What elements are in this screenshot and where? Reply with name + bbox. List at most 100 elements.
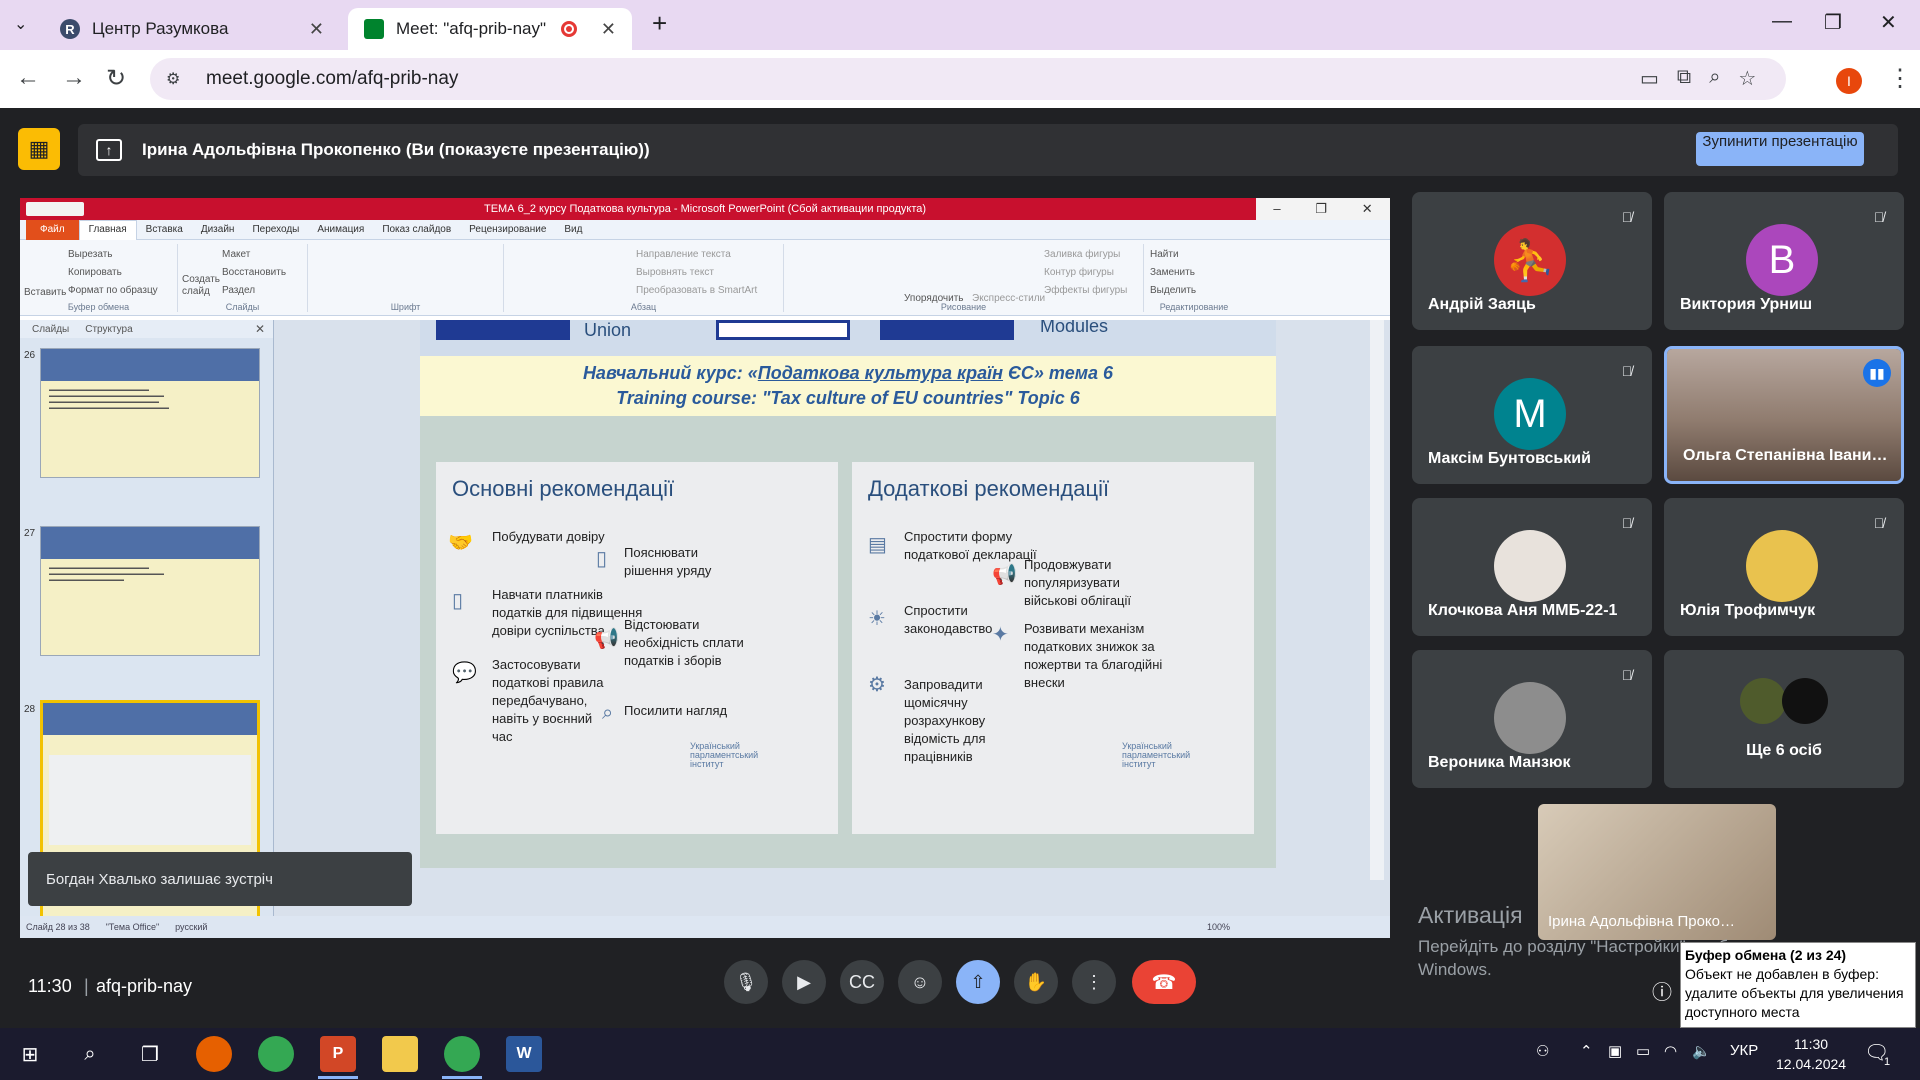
present-screen-icon[interactable]: ⇧ [956, 960, 1000, 1004]
format-painter-button[interactable]: Формат по образцу [68, 282, 158, 300]
shape-outline-button[interactable]: Контур фигуры [1044, 264, 1127, 282]
select-button[interactable]: Выделить [1150, 282, 1238, 300]
emoji-icon[interactable]: ☺ [898, 960, 942, 1004]
raise-hand-icon[interactable]: ✋ [1014, 960, 1058, 1004]
participant-tile[interactable]: B 🎙̸ Виктория Урниш [1664, 192, 1904, 330]
battery-icon[interactable]: ▭ [1636, 1042, 1650, 1060]
participant-tile[interactable]: 🎙̸ Юлія Трофимчук [1664, 498, 1904, 636]
ppt-restore-icon[interactable]: ❐ [1315, 198, 1327, 220]
forward-icon[interactable]: → [62, 64, 86, 92]
align-text-button[interactable]: Выровнять текст [636, 264, 757, 282]
current-slide[interactable]: Union Modules Навчальний курс: «Податков… [420, 320, 1276, 868]
participant-tile[interactable]: ⛹ 🎙̸ Андрій Заяць [1412, 192, 1652, 330]
site-info-icon[interactable]: ⚙ [166, 69, 186, 89]
ppt-tab-view[interactable]: Вид [555, 224, 591, 235]
tab-meet[interactable]: Meet: "afq-prib-nay" ✕ [348, 8, 632, 50]
shape-fill-button[interactable]: Заливка фигуры [1044, 246, 1127, 264]
translate-icon[interactable]: ⧉ [1677, 66, 1691, 91]
ppt-tab-home[interactable]: Главная [78, 219, 137, 240]
slide-thumbnail[interactable]: ▬▬▬▬▬▬▬▬▬▬▬▬▬▬▬▬▬▬▬▬ ▬▬▬▬▬▬▬▬▬▬▬▬▬▬▬▬▬▬▬▬… [40, 348, 260, 478]
smartart-button[interactable]: Преобразовать в SmartArt [636, 282, 757, 300]
layout-button[interactable]: Макет [222, 246, 286, 264]
megaphone-icon: 📢 [992, 564, 1017, 586]
people-icon[interactable]: ⚇ [1536, 1042, 1549, 1060]
more-participants-tile[interactable]: Ще 6 осіб [1664, 650, 1904, 788]
file-explorer-icon[interactable] [382, 1036, 418, 1072]
camera-icon[interactable]: ▭ [1640, 66, 1659, 91]
tab-outline[interactable]: Структура [85, 324, 132, 335]
maximize-icon[interactable]: ❐ [1824, 10, 1842, 35]
ppt-close-icon[interactable]: ✕ [1362, 198, 1373, 220]
task-view-icon[interactable]: ❐ [136, 1040, 164, 1068]
tab-razumkov[interactable]: R Центр Разумкова ✕ [44, 8, 340, 50]
ppt-minimize-icon[interactable]: – [1273, 198, 1280, 220]
cut-button[interactable]: Вырезать [68, 246, 158, 264]
donation-icon: ✦ [992, 624, 1009, 646]
captions-icon[interactable]: CC [840, 960, 884, 1004]
paste-button[interactable]: Вставить [24, 284, 66, 302]
wifi-icon[interactable]: ◠ [1664, 1042, 1677, 1060]
close-window-icon[interactable]: ✕ [1880, 10, 1897, 35]
language: русский [175, 922, 208, 932]
slide-thumbnail[interactable]: ▬▬▬▬▬▬▬▬▬▬▬▬▬▬▬▬▬▬▬▬ ▬▬▬▬▬▬▬▬▬▬▬▬▬▬▬▬▬▬▬▬… [40, 526, 260, 656]
volume-icon[interactable]: 🔈 [1692, 1042, 1711, 1060]
zoom-icon[interactable]: ⌕ [1709, 66, 1720, 91]
chrome-icon[interactable] [444, 1036, 480, 1072]
ppt-tab-animation[interactable]: Анимация [308, 224, 373, 235]
reset-button[interactable]: Восстановить [222, 264, 286, 282]
stop-presenting-button[interactable]: Зупинити презентацію [1696, 132, 1864, 166]
word-icon[interactable]: W [506, 1036, 542, 1072]
replace-button[interactable]: Заменить [1150, 264, 1238, 282]
mic-off-icon: 🎙̸ [1621, 363, 1633, 379]
minimize-icon[interactable]: — [1772, 10, 1792, 33]
shape-effects-button[interactable]: Эффекты фигуры [1044, 282, 1127, 300]
taskbar-clock[interactable]: 11:30 12.04.2024 [1776, 1034, 1846, 1074]
close-tab-icon[interactable]: ✕ [309, 19, 324, 40]
close-panel-icon[interactable]: ✕ [255, 322, 265, 336]
new-slide-button[interactable]: Создать слайд [182, 274, 220, 298]
ppt-tab-file[interactable]: Файл [26, 219, 79, 240]
presentation-off-icon[interactable]: ▦ [18, 128, 60, 170]
close-tab-icon[interactable]: ✕ [601, 19, 616, 40]
presenting-bar: ↑ Ірина Адольфівна Прокопенко (Ви (показ… [78, 124, 1898, 176]
firefox-icon[interactable] [196, 1036, 232, 1072]
powerpoint-icon[interactable]: P [320, 1036, 356, 1072]
profile-avatar[interactable]: I [1836, 68, 1862, 94]
camera-icon[interactable]: ▶ [782, 960, 826, 1004]
ppt-tab-transitions[interactable]: Переходы [243, 224, 308, 235]
bookmark-star-icon[interactable]: ☆ [1738, 66, 1756, 91]
tab-search-icon[interactable]: ⌄ [14, 14, 36, 36]
zoom-level[interactable]: 100% [1207, 922, 1230, 932]
participant-tile[interactable]: 🎙̸ Вероника Манзюк [1412, 650, 1652, 788]
leave-call-icon[interactable]: ☎ [1132, 960, 1196, 1004]
omnibox[interactable]: ⚙ meet.google.com/afq-prib-nay ▭ ⧉ ⌕ ☆ [150, 58, 1786, 100]
back-icon[interactable]: ← [16, 64, 40, 92]
browser-menu-icon[interactable]: ⋮ [1888, 64, 1912, 93]
reload-icon[interactable]: ↻ [106, 64, 126, 93]
megaphone-icon: 📢 [594, 628, 619, 650]
search-icon[interactable]: ⌕ [76, 1040, 104, 1068]
slide-scrollbar[interactable] [1370, 320, 1384, 880]
participant-tile[interactable]: 🎙̸ Клочкова Аня ММБ-22-1 [1412, 498, 1652, 636]
ppt-tab-slideshow[interactable]: Показ слайдов [373, 224, 460, 235]
ppt-tab-design[interactable]: Дизайн [192, 224, 244, 235]
windows-start-icon[interactable]: ⊞ [16, 1040, 44, 1068]
more-options-icon[interactable]: ⋮ [1072, 960, 1116, 1004]
tab-slides[interactable]: Слайды [32, 324, 69, 335]
new-tab-button[interactable]: + [652, 8, 667, 39]
tray-app-icon[interactable]: ▣ [1608, 1042, 1622, 1060]
tray-chevron-icon[interactable]: ⌃ [1580, 1042, 1593, 1060]
ppt-tab-insert[interactable]: Вставка [137, 224, 192, 235]
find-button[interactable]: Найти [1150, 246, 1238, 264]
text-direction-button[interactable]: Направление текста [636, 246, 757, 264]
meeting-info-icon[interactable]: ⓘ [1652, 976, 1672, 1005]
ppt-tab-review[interactable]: Рецензирование [460, 224, 555, 235]
language-indicator[interactable]: УКР [1730, 1042, 1758, 1059]
copy-button[interactable]: Копировать [68, 264, 158, 282]
chrome-icon[interactable] [258, 1036, 294, 1072]
mic-icon[interactable]: 🎙 [724, 960, 768, 1004]
section-button[interactable]: Раздел [222, 282, 286, 300]
participant-tile[interactable]: M 🎙̸ Максім Бунтовський [1412, 346, 1652, 484]
avatar: B [1746, 224, 1818, 296]
participant-tile-speaking[interactable]: ▮▮ Ольга Степанівна Івани… [1664, 346, 1904, 484]
